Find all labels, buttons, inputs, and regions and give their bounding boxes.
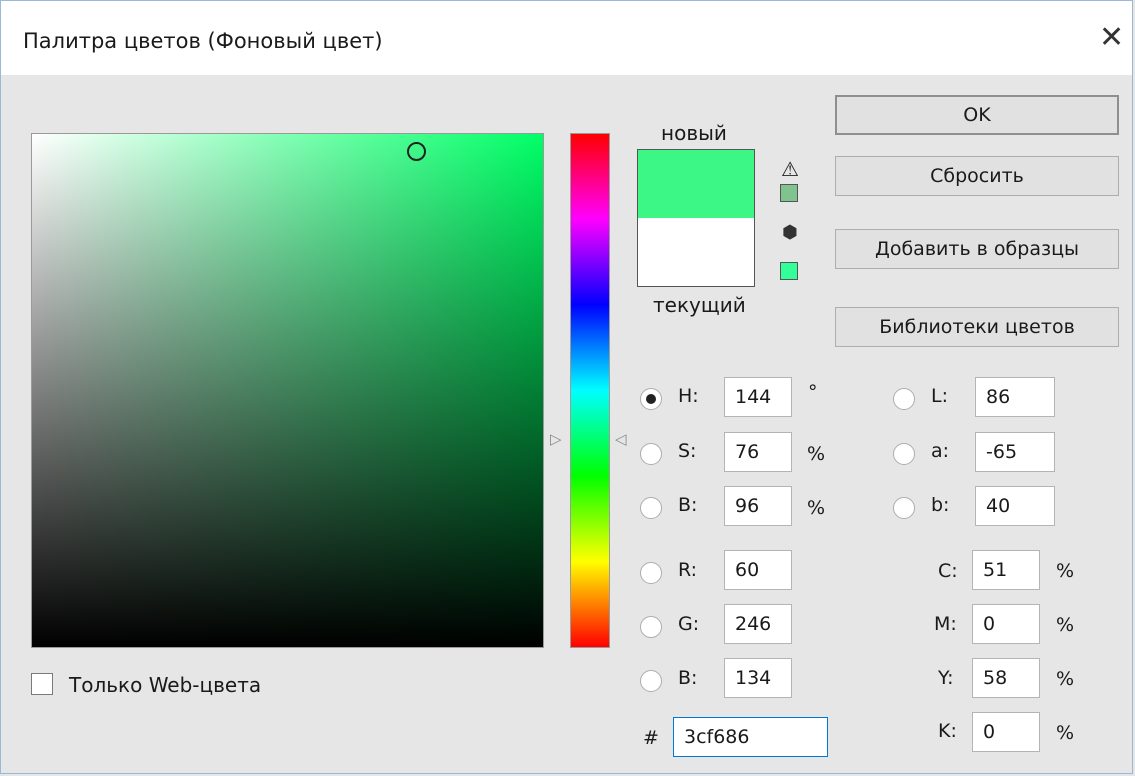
label-lab-b: b:	[931, 494, 950, 516]
input-y[interactable]	[972, 658, 1040, 698]
input-b-brightness[interactable]	[724, 486, 792, 526]
hue-slider-right-arrow-icon[interactable]: ◁	[615, 432, 627, 447]
unit-m-percent: %	[1056, 614, 1075, 636]
new-color-swatch	[638, 150, 754, 218]
new-color-label: новый	[661, 121, 727, 145]
label-m: M:	[934, 613, 957, 635]
input-r[interactable]	[724, 550, 792, 590]
input-s[interactable]	[724, 432, 792, 472]
input-lab-b[interactable]	[975, 486, 1055, 526]
web-safe-swatch[interactable]	[780, 262, 798, 280]
label-g: G:	[678, 613, 700, 635]
radio-h[interactable]	[640, 388, 662, 410]
ok-button[interactable]: OK	[835, 95, 1119, 135]
close-icon[interactable]: ✕	[1099, 23, 1124, 53]
color-libraries-button[interactable]: Библиотеки цветов	[835, 307, 1119, 347]
radio-s[interactable]	[640, 443, 662, 465]
radio-h-selected-dot	[646, 394, 656, 404]
swatch-preview	[637, 149, 755, 287]
web-safe-cube-icon[interactable]: ⬢	[782, 224, 798, 242]
radio-l[interactable]	[893, 388, 915, 410]
radio-a[interactable]	[893, 443, 915, 465]
unit-b-percent: %	[807, 497, 826, 519]
label-y: Y:	[938, 667, 954, 689]
gamut-warning-icon[interactable]: ⚠	[781, 159, 799, 179]
dialog-title: Палитра цветов (Фоновый цвет)	[23, 29, 383, 53]
hex-hash-label: #	[643, 727, 659, 749]
input-l[interactable]	[975, 377, 1055, 417]
label-c: C:	[938, 560, 958, 582]
gamut-warning-swatch[interactable]	[780, 184, 798, 202]
input-g[interactable]	[724, 604, 792, 644]
title-bar: Палитра цветов (Фоновый цвет) ✕	[1, 1, 1132, 75]
input-a[interactable]	[975, 432, 1055, 472]
unit-degree: °	[808, 381, 818, 403]
label-l: L:	[931, 385, 948, 407]
radio-b-brightness[interactable]	[640, 497, 662, 519]
hue-slider-left-arrow-icon[interactable]: ▷	[550, 432, 562, 447]
radio-b-blue[interactable]	[640, 670, 662, 692]
current-color-label: текущий	[653, 293, 746, 317]
radio-lab-b[interactable]	[893, 497, 915, 519]
current-color-swatch[interactable]	[638, 218, 754, 286]
input-b-blue[interactable]	[724, 658, 792, 698]
input-h[interactable]	[724, 377, 792, 417]
unit-c-percent: %	[1056, 560, 1075, 582]
label-b-blue: B:	[678, 667, 698, 689]
label-b-brightness: B:	[678, 494, 698, 516]
label-s: S:	[678, 440, 697, 462]
radio-g[interactable]	[640, 616, 662, 638]
unit-s-percent: %	[807, 443, 826, 465]
hue-slider[interactable]	[570, 133, 610, 648]
color-field-picker-circle[interactable]	[407, 142, 426, 161]
color-field[interactable]	[31, 133, 544, 648]
input-c[interactable]	[972, 550, 1040, 590]
input-k[interactable]	[972, 712, 1040, 752]
web-colors-only-label: Только Web-цвета	[69, 673, 262, 697]
unit-k-percent: %	[1056, 722, 1075, 744]
color-picker-dialog: Палитра цветов (Фоновый цвет) ✕ ▷ ◁ новы…	[0, 0, 1133, 774]
label-h: H:	[678, 385, 699, 407]
radio-r[interactable]	[640, 562, 662, 584]
label-a: a:	[931, 440, 950, 462]
hex-input[interactable]	[673, 717, 828, 757]
unit-y-percent: %	[1056, 668, 1075, 690]
label-r: R:	[678, 559, 698, 581]
label-k: K:	[938, 720, 957, 742]
reset-button[interactable]: Сбросить	[835, 156, 1119, 196]
web-colors-only-checkbox[interactable]	[31, 673, 53, 695]
input-m[interactable]	[972, 604, 1040, 644]
add-to-swatches-button[interactable]: Добавить в образцы	[835, 229, 1119, 269]
